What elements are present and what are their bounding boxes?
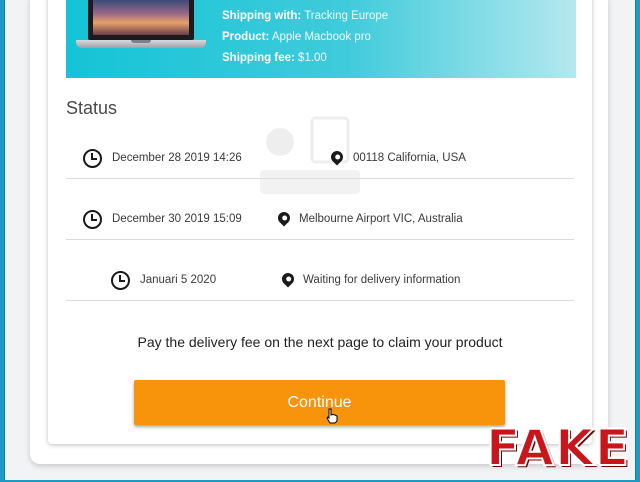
shipping-with-value: Tracking Europe (304, 10, 389, 22)
divider (66, 239, 574, 240)
fake-stamp: FAKE (485, 419, 631, 477)
hand-cursor-icon (326, 408, 338, 424)
status-location-2: Melbourne Airport VIC, Australia (299, 213, 463, 225)
product-value: Apple Macbook pro (271, 31, 371, 43)
product-line: Product: Apple Macbook pro (222, 31, 371, 43)
product-label: Product: (222, 31, 270, 43)
continue-button[interactable]: Continue (134, 380, 505, 425)
status-location-1: 00118 California, USA (353, 152, 466, 164)
shipping-with-line: Shipping with: Tracking Europe (222, 10, 388, 22)
product-image (76, 0, 206, 52)
divider (66, 178, 574, 179)
status-date-1: December 28 2019 14:26 (112, 152, 242, 164)
clock-icon (111, 271, 130, 290)
shipping-fee-label: Shipping fee: (222, 52, 295, 64)
shipping-fee-value: $1.00 (298, 52, 327, 64)
status-date-3: Januari 5 2020 (140, 274, 217, 286)
shipping-fee-line: Shipping fee: $1.00 (222, 52, 327, 64)
status-title: Status (66, 98, 118, 118)
status-date-2: December 30 2019 15:09 (112, 213, 242, 225)
status-location-3: Waiting for delivery information (303, 274, 461, 286)
clock-icon (83, 149, 102, 168)
clock-icon (83, 210, 102, 229)
divider (66, 300, 574, 301)
claim-message: Pay the delivery fee on the next page to… (137, 334, 503, 350)
watermark-graphic (260, 116, 360, 194)
shipping-with-label: Shipping with: (222, 10, 302, 22)
